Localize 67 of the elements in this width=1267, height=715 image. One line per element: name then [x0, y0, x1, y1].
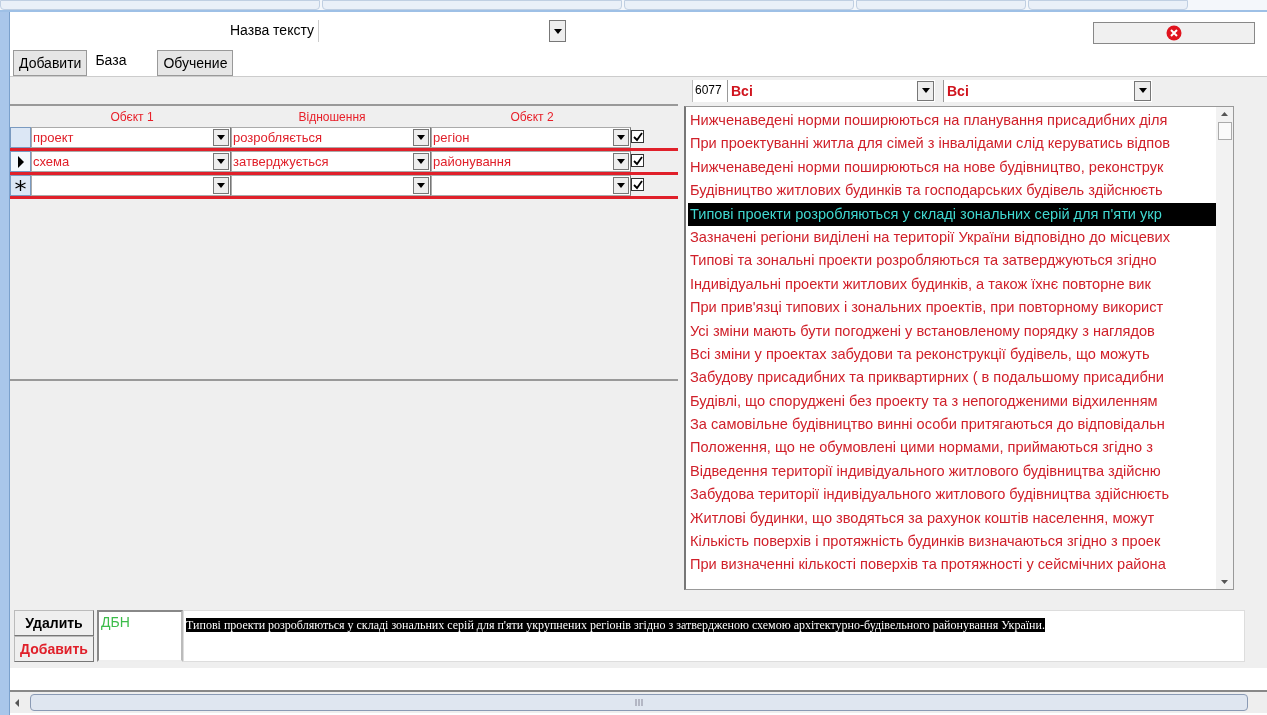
list-item[interactable]: Забудова території індивідуального житлового будівництва здійснюєть: [688, 483, 1216, 507]
grid-combo[interactable]: проект: [31, 127, 231, 148]
list-item[interactable]: Зазначені регіони виділені на території України відповідно до місцевих: [688, 225, 1216, 250]
list-item[interactable]: Житлові будинки, що зводяться за рахунок коштів населення, можут: [688, 506, 1216, 531]
list-item[interactable]: Індивідуальні проекти житлових будинків, а також їхнє повторне вик: [688, 272, 1216, 297]
row-selector[interactable]: [10, 151, 31, 172]
tab[interactable]: Добавити: [13, 50, 88, 76]
list-item[interactable]: При прив'язці типових і зональних проектів, при повторному використ: [688, 296, 1216, 320]
list-item[interactable]: При визначенні кількості поверхів та протяжності у сейсмічних района: [688, 553, 1216, 577]
list-item[interactable]: Кількість поверхів і протяжність будинків визначаються згідно з проек: [688, 530, 1216, 554]
column-header: Обєкт 1: [110, 109, 154, 126]
dropdown-icon[interactable]: [917, 80, 934, 101]
count-field[interactable]: 6077: [692, 79, 727, 102]
column-header: Відношення: [298, 109, 366, 126]
horizontal-scrollbar[interactable]: [10, 692, 1267, 713]
scrollbar-thumb[interactable]: [30, 694, 1248, 711]
grid-combo[interactable]: [31, 175, 231, 196]
list-item[interactable]: Будівництво житлових будинків та господарських будівель здійснюєть: [688, 179, 1216, 203]
scrollbar-thumb[interactable]: [1217, 122, 1232, 140]
grid-combo[interactable]: регіон: [431, 127, 631, 148]
dropdown-icon[interactable]: [413, 129, 429, 146]
checkbox[interactable]: [631, 154, 644, 167]
checkbox[interactable]: [631, 130, 644, 143]
delete-button[interactable]: Удалить: [14, 610, 94, 636]
tab[interactable]: Обучение: [157, 50, 234, 76]
dropdown-icon[interactable]: [613, 153, 629, 170]
grid-combo[interactable]: схема: [31, 151, 231, 172]
dropdown-icon[interactable]: [213, 153, 229, 170]
dropdown-icon[interactable]: [613, 129, 629, 146]
dropdown-icon[interactable]: [213, 177, 229, 194]
current-row-icon: [16, 155, 25, 168]
column-header: Обєкт 2: [510, 109, 554, 126]
close-button[interactable]: [1093, 22, 1255, 44]
dropdown-icon[interactable]: [613, 177, 629, 194]
filter-combo[interactable]: Всі: [727, 79, 935, 102]
dropdown-icon[interactable]: [213, 129, 229, 146]
dropdown-icon[interactable]: [549, 20, 566, 42]
sentence-text: Типові проекти розробляються у складі зональних серій для п'яти укрупнених регіонів згідно з затвердженою схемою архітектурно-будівельного районування України.: [186, 618, 1045, 632]
sentence-field[interactable]: Типові проекти розробляються у складі зональних серій для п'яти укрупнених регіонів згідно з затвердженою схемою архітектурно-будівельного районування України.: [183, 610, 1245, 662]
list-item[interactable]: Забудову присадибних та приквартирних ( в подальшому присадибни: [688, 366, 1216, 390]
list-item[interactable]: Нижченаведені норми поширюються на планування присадибних діля: [688, 109, 1216, 133]
grid-combo[interactable]: затверджується: [231, 151, 431, 172]
list-item[interactable]: Будівлі, що споруджені без проекту та з непогодженими відхиленням: [688, 389, 1216, 414]
list-item[interactable]: Нижченаведені норми поширюються на нове будівництво, реконструк: [688, 155, 1216, 180]
vertical-scrollbar[interactable]: [1216, 107, 1233, 589]
list-item[interactable]: Типові проекти розробляються у складі зональних серій для п'яти укр: [688, 202, 1216, 226]
grid-combo[interactable]: [431, 175, 631, 196]
grid-combo[interactable]: розробляється: [231, 127, 431, 148]
dropdown-icon[interactable]: [413, 153, 429, 170]
close-icon: [1166, 25, 1182, 41]
checkbox[interactable]: [631, 178, 644, 191]
list-item[interactable]: За самовільне будівництво винні особи притягаються до відповідальн: [688, 413, 1216, 437]
dropdown-icon[interactable]: [1134, 80, 1151, 101]
grid-combo[interactable]: районування: [431, 151, 631, 172]
row-selector[interactable]: [10, 175, 31, 196]
new-row-icon: [15, 180, 26, 191]
list-item[interactable]: Всі зміни у проектах забудови та реконструкції будівель, що можуть: [688, 342, 1216, 367]
list-item[interactable]: При проектуванні житла для сімей з інвалідами слід керуватись відпов: [688, 132, 1216, 156]
list-item[interactable]: Відведення території індивідуального житлового будівництва здійсню: [688, 459, 1216, 484]
list-item[interactable]: Усі зміни мають бути погоджені у встановленому порядку з наглядов: [688, 319, 1216, 343]
list-item[interactable]: Типові та зональні проекти розробляються та затверджуються згідно: [688, 249, 1216, 273]
grid-combo[interactable]: [231, 175, 431, 196]
add-button[interactable]: Добавить: [14, 636, 94, 662]
list-item[interactable]: Положення, що не обумовлені цими нормами, приймаються згідно з: [688, 436, 1216, 460]
filter-combo[interactable]: Всі: [943, 79, 1152, 102]
text-name-label: Назва тексту: [229, 21, 314, 40]
dropdown-icon[interactable]: [413, 177, 429, 194]
